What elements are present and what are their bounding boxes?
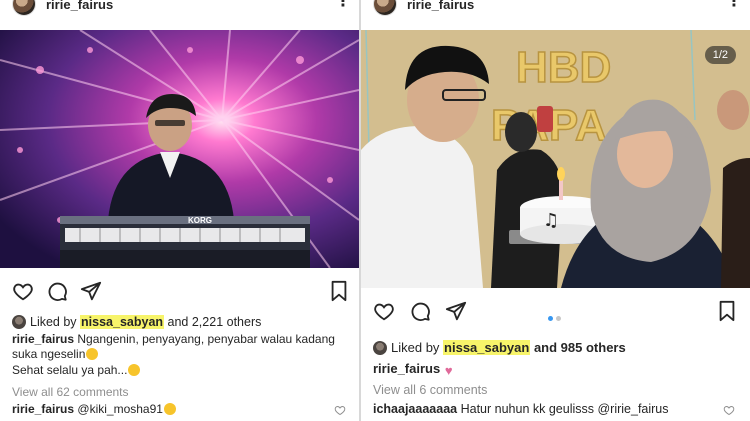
- carousel-dot: [556, 316, 561, 321]
- more-icon[interactable]: ⋮: [335, 0, 351, 10]
- svg-text:HBD: HBD: [516, 43, 611, 92]
- avatar[interactable]: [12, 0, 36, 16]
- post-header: ririe_fairus ⋮: [361, 0, 750, 28]
- comment-heart-icon[interactable]: [334, 403, 346, 421]
- caption-line2-text: Sehat selalu ya pah...: [12, 363, 128, 377]
- caption-line2: Sehat selalu ya pah...: [12, 363, 141, 378]
- bookmark-icon[interactable]: [717, 300, 737, 322]
- carousel-dot-active: [548, 316, 553, 321]
- post-left: ririe_fairus ⋮ KORG Liked by nissa_sabya…: [0, 0, 359, 421]
- liker-avatar: [373, 341, 387, 355]
- liked-by: Liked by nissa_sabyan and 2,221 others: [12, 315, 261, 329]
- comment-row: ririe_fairus @kiki_mosha91: [12, 402, 176, 416]
- carousel-dots: [548, 308, 564, 326]
- liked-by: Liked by nissa_sabyan and 985 others: [373, 340, 626, 355]
- smile-emoji-icon: [163, 403, 176, 415]
- post-photo[interactable]: HBD PAPA ♫: [361, 30, 750, 288]
- comment-text[interactable]: Hatur nuhun kk geulisss @ririe_fairus: [461, 402, 669, 416]
- keyboard-brand: KORG: [188, 216, 212, 225]
- liked-user-link[interactable]: nissa_sabyan: [80, 315, 165, 329]
- bookmark-icon[interactable]: [329, 280, 349, 302]
- liker-avatar: [12, 315, 26, 329]
- likes-count[interactable]: and 2,221 others: [168, 315, 262, 329]
- post-username[interactable]: ririe_fairus: [46, 0, 113, 12]
- caption: ririe_fairus ♥: [373, 361, 453, 378]
- share-icon[interactable]: [80, 280, 102, 302]
- heart-icon[interactable]: [12, 280, 34, 302]
- comment-username[interactable]: ririe_fairus: [12, 402, 74, 416]
- comment-icon[interactable]: [409, 300, 431, 322]
- comment-heart-icon[interactable]: [723, 403, 735, 421]
- share-icon[interactable]: [445, 300, 467, 322]
- avatar[interactable]: [373, 0, 397, 16]
- laugh-emoji-icon: [128, 364, 141, 376]
- pink-heart-icon: ♥: [444, 363, 453, 378]
- view-all-comments[interactable]: View all 6 comments: [373, 383, 487, 397]
- liked-prefix: Liked by: [391, 340, 440, 355]
- post-username[interactable]: ririe_fairus: [407, 0, 474, 12]
- caption-username[interactable]: ririe_fairus: [373, 361, 440, 376]
- more-icon[interactable]: ⋮: [726, 0, 742, 10]
- action-bar: [0, 280, 359, 306]
- post-header: ririe_fairus ⋮: [0, 0, 359, 28]
- carousel-counter: 1/2: [704, 46, 736, 64]
- heart-icon[interactable]: [373, 300, 395, 322]
- caption-username[interactable]: ririe_fairus: [12, 332, 74, 346]
- liked-prefix: Liked by: [30, 315, 77, 329]
- liked-user-link[interactable]: nissa_sabyan: [443, 340, 531, 355]
- likes-count[interactable]: and 985 others: [534, 340, 626, 355]
- caption: ririe_fairus Ngangenin, penyayang, penya…: [12, 332, 357, 362]
- comment-username[interactable]: ichaajaaaaaaa: [373, 402, 457, 416]
- post-right: ririe_fairus ⋮ HBD PAPA: [361, 0, 750, 421]
- comment-icon[interactable]: [46, 280, 68, 302]
- post-photo[interactable]: KORG: [0, 30, 359, 268]
- svg-text:♫: ♫: [543, 210, 559, 231]
- view-all-comments[interactable]: View all 62 comments: [12, 385, 129, 399]
- comment-text[interactable]: @kiki_mosha91: [77, 402, 163, 416]
- comment-row: ichaajaaaaaaa Hatur nuhun kk geulisss @r…: [373, 402, 669, 416]
- grin-emoji-icon: [86, 348, 99, 360]
